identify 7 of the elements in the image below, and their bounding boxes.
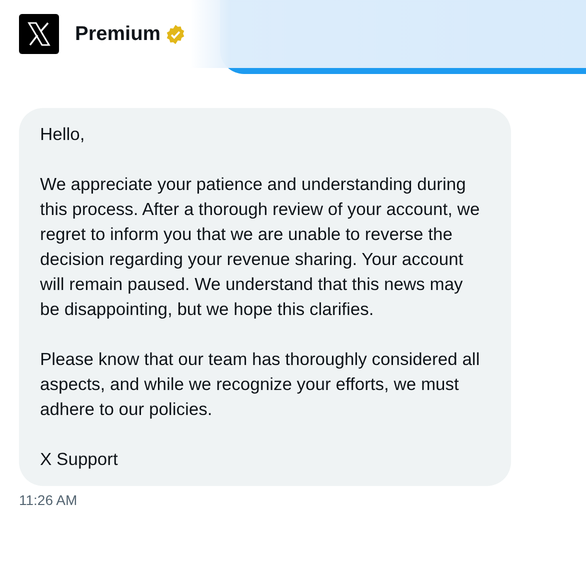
message-paragraph: Hello, [40,123,86,146]
message-time: 11:26 AM [19,492,78,508]
message-paragraph: Please know that our team has thoroughly considered all aspects, and while we recognize your efforts, we must adhere to our policies. [40,348,480,421]
x-logo-icon [19,14,59,54]
message-paragraph: X Support [40,448,119,471]
message-paragraph: We appreciate your patience and understanding during this process. After a thorough review of your account, we regret to inform you that we are unable to reverse the decision regarding your revenue sharing. Your account will remain paused. We understand that this news may be disappointing, but we hope this clarifies. [40,173,480,321]
chat-title: Premium [75,22,161,46]
